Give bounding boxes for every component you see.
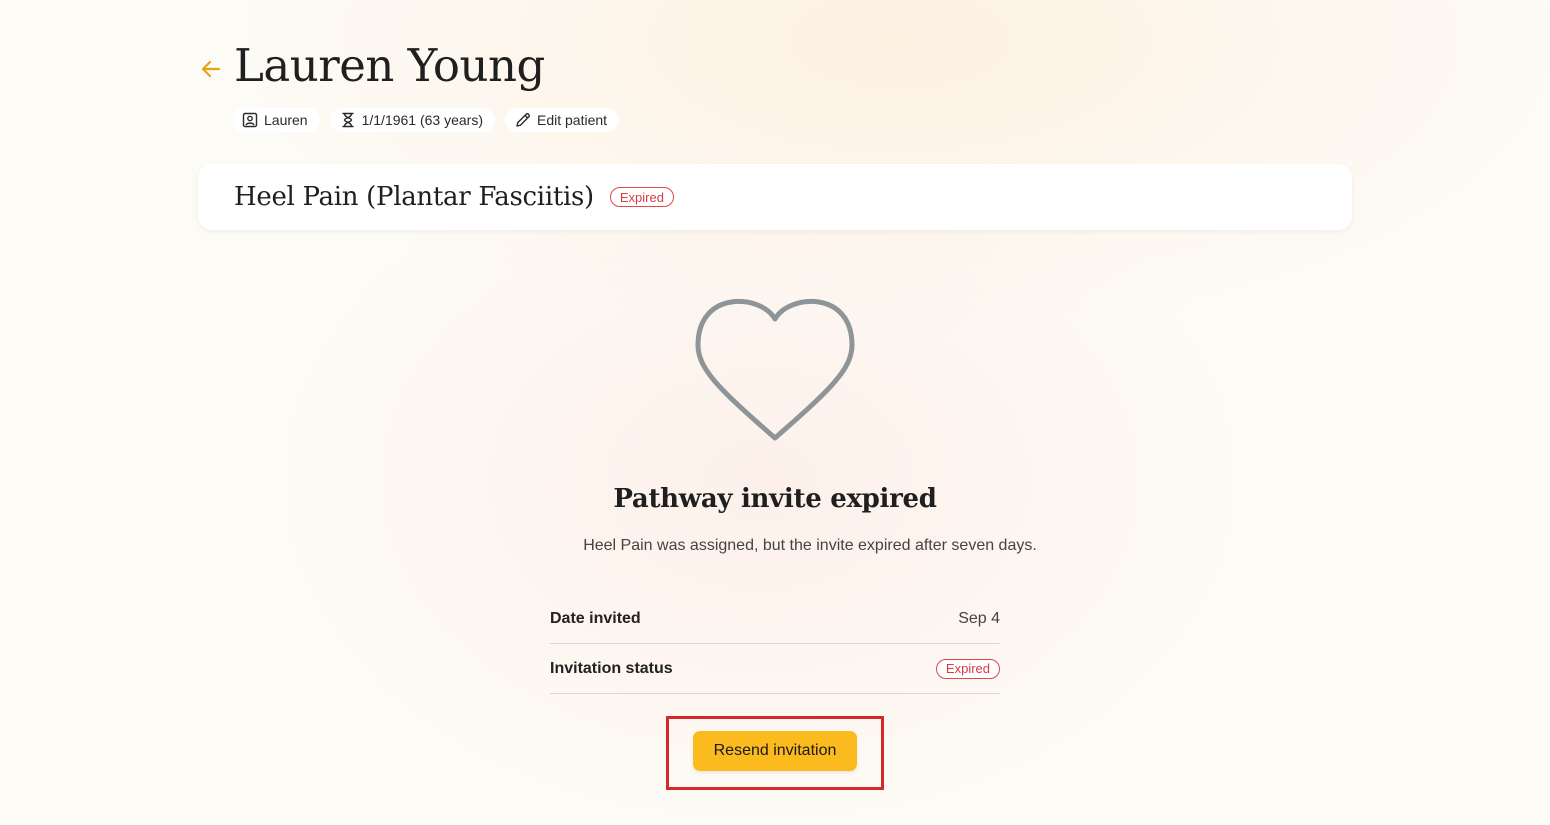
resend-invitation-button[interactable]: Resend invitation <box>693 731 857 771</box>
patient-dob: 1/1/1961 (63 years) <box>361 112 483 128</box>
date-invited-label: Date invited <box>550 609 641 627</box>
page-title: Lauren Young <box>234 39 545 92</box>
pathway-title: Heel Pain (Plantar Fasciitis) <box>234 182 594 212</box>
date-invited-value: Sep 4 <box>958 609 1000 627</box>
back-arrow-icon[interactable] <box>198 56 224 82</box>
edit-patient-label: Edit patient <box>537 112 608 128</box>
invitation-details: Date invited Sep 4 Invitation status Exp… <box>550 594 1000 694</box>
hourglass-icon <box>340 112 356 128</box>
pathway-card: Heel Pain (Plantar Fasciitis) Expired <box>198 164 1352 230</box>
pencil-icon <box>515 112 531 128</box>
empty-state-description: Heel Pain was assigned, but the invite e… <box>583 537 1037 554</box>
pathway-status-badge: Expired <box>609 187 674 207</box>
patient-dob-chip: 1/1/1961 (63 years) <box>329 108 495 132</box>
edit-patient-button[interactable]: Edit patient <box>505 108 620 132</box>
invitation-status-row: Invitation status Expired <box>550 644 1000 694</box>
patient-first-name: Lauren <box>264 112 308 128</box>
patient-chips: Lauren 1/1/1961 (63 years) Edit patient <box>232 108 620 132</box>
empty-state-title: Pathway invite expired <box>613 484 937 514</box>
contact-card-icon <box>242 112 258 128</box>
date-invited-row: Date invited Sep 4 <box>550 594 1000 644</box>
patient-first-name-chip: Lauren <box>232 108 320 132</box>
heart-icon <box>690 290 860 451</box>
invitation-status-badge: Expired <box>935 658 1000 679</box>
invitation-status-label: Invitation status <box>550 659 673 677</box>
